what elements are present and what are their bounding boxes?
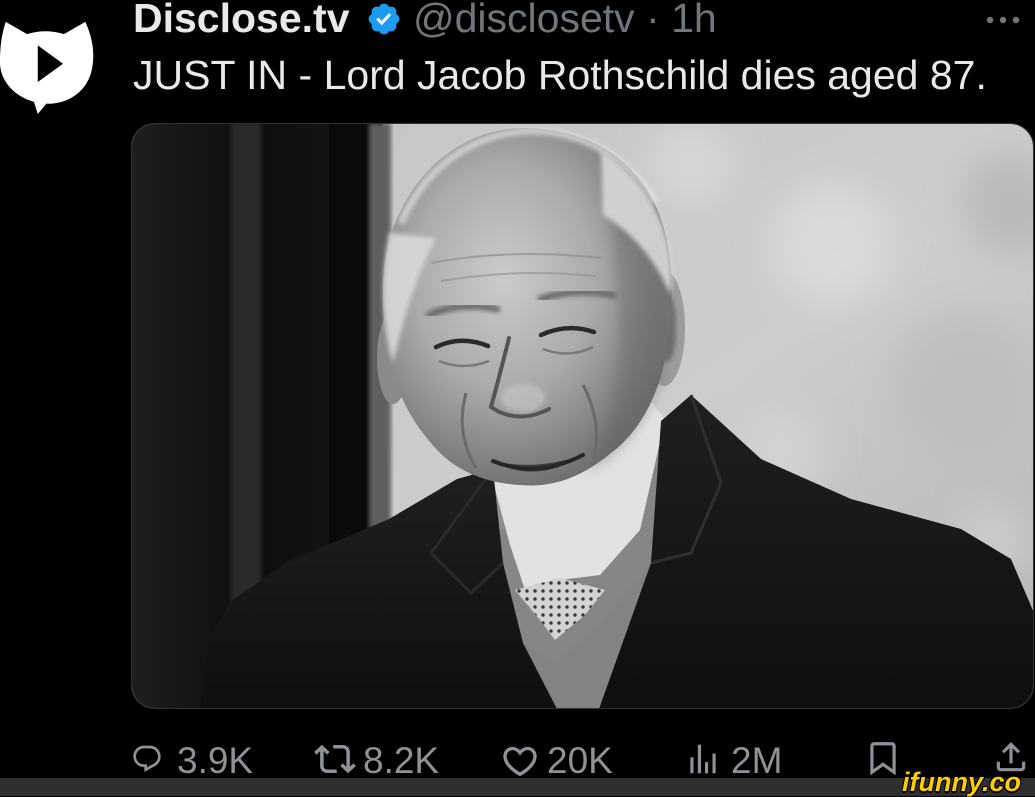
photo-art[interactable] [131, 123, 1034, 709]
views-icon[interactable] [684, 740, 722, 778]
reply-count: 3.9K [177, 740, 254, 781]
author-meta: @disclosetv · 1h [413, 0, 717, 39]
heart-shape[interactable] [503, 746, 537, 777]
bookmark-glyph[interactable] [864, 739, 902, 777]
meta-separator: · [646, 0, 660, 41]
avatar[interactable] [0, 20, 95, 114]
reply-icon[interactable] [131, 743, 163, 775]
bookmark-icon[interactable] [864, 739, 902, 777]
footer-band [0, 778, 1035, 796]
retweet-shape[interactable] [314, 744, 356, 774]
views-shape[interactable] [690, 744, 716, 774]
verified-badge-graphic[interactable] [366, 1, 402, 37]
retweet-count: 8.2K [363, 740, 440, 781]
more-dots[interactable] [985, 12, 1021, 28]
author-display-name[interactable]: Disclose.tv [133, 0, 350, 39]
views-glyph[interactable] [684, 740, 722, 778]
wall-spot [771, 183, 891, 303]
heart-icon[interactable] [500, 741, 540, 781]
wall-spot [891, 313, 1031, 453]
more-icon[interactable] [985, 12, 1021, 28]
verified-badge-icon[interactable] [366, 1, 402, 37]
ifunny-watermark: ifunny.co [902, 767, 1021, 797]
nose-tip [501, 384, 545, 412]
author-handle[interactable]: @disclosetv [413, 0, 635, 41]
tweet-timestamp[interactable]: 1h [671, 0, 717, 41]
views-count: 2M [731, 740, 783, 781]
wall-spot [649, 124, 733, 205]
tweet-text: JUST IN - Lord Jacob Rothschild dies age… [133, 52, 987, 98]
bookmark-shape[interactable] [870, 742, 896, 776]
reply-shape[interactable] [133, 745, 161, 772]
more-dot[interactable] [1012, 16, 1020, 24]
like-count: 20K [547, 740, 613, 781]
reply-glyph[interactable] [131, 743, 163, 775]
tweet-media-photo[interactable] [131, 123, 1034, 709]
more-dot[interactable] [999, 16, 1007, 24]
retweet-glyph[interactable] [314, 738, 356, 780]
heart-glyph[interactable] [500, 741, 540, 781]
more-dot[interactable] [986, 16, 994, 24]
retweet-icon[interactable] [314, 738, 356, 780]
avatar-logo[interactable] [0, 20, 95, 114]
